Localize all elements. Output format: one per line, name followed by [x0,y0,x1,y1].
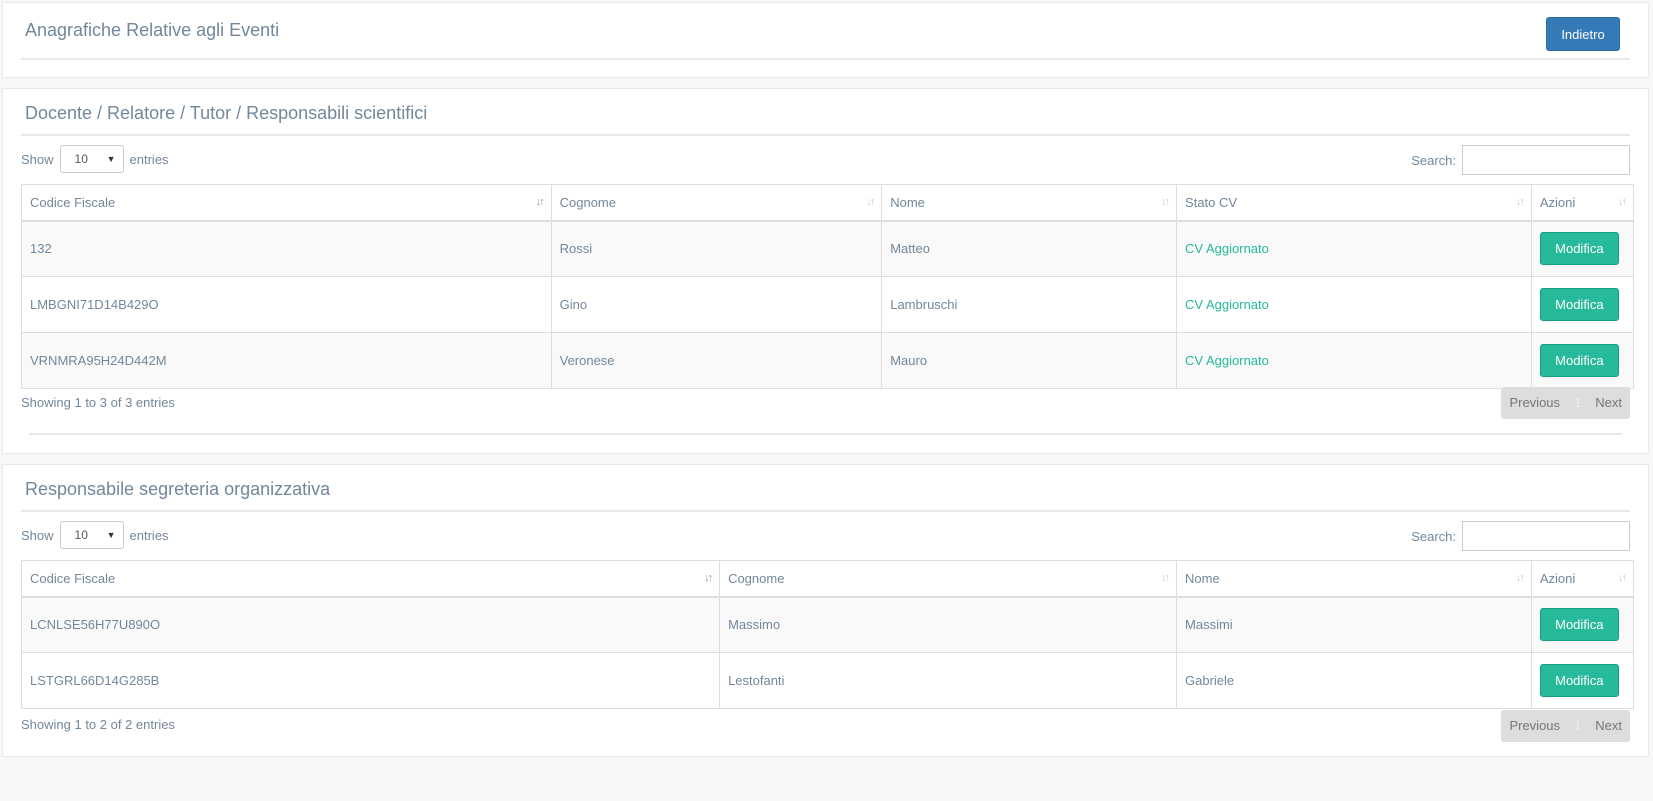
cell-stato-cv: CV Aggiornato [1176,220,1532,277]
entries-select[interactable]: 10 ▼ [59,521,124,549]
cell-nome: Matteo [881,220,1178,277]
cell-nome: Gabriele [1176,652,1532,709]
divider [21,134,1630,136]
divider [21,58,1630,60]
col-header-azioni[interactable]: Azioni ↓↑ [1530,184,1635,222]
sort-icon: ↓↑ [1515,196,1525,208]
cell-cognome: Veronese [550,332,883,389]
search-label: Search: [1411,528,1456,544]
segreteria-panel: Responsabile segreteria organizzativa Sh… [2,464,1649,757]
cell-nome: Mauro [881,332,1178,389]
sort-icon: ↓↑ [1161,572,1170,584]
table-row: LMBGNI71D14B429O Gino Lambruschi CV Aggi… [21,276,1635,333]
sort-icon: ↓↑ [866,196,875,208]
cell-codice-fiscale: LMBGNI71D14B429O [21,276,552,333]
cell-codice-fiscale: VRNMRA95H24D442M [21,332,552,389]
sort-icon: ↓↑ [1515,572,1525,584]
length-control: Show 10 ▼ entries [21,521,169,549]
search-input[interactable] [1462,145,1630,175]
modifica-button[interactable]: Modifica [1539,344,1619,377]
cell-azioni: Modifica [1530,332,1635,389]
sort-icon: ↓↑ [1618,572,1627,584]
cell-azioni: Modifica [1530,596,1635,653]
cell-stato-cv: CV Aggiornato [1176,276,1532,333]
show-label: Show [21,151,54,167]
next-button[interactable]: Next [1587,387,1630,419]
divider [21,510,1630,512]
table-row: VRNMRA95H24D442M Veronese Mauro CV Aggio… [21,332,1635,389]
search-input[interactable] [1462,521,1630,551]
show-label: Show [21,527,54,543]
cell-azioni: Modifica [1530,220,1635,277]
cell-stato-cv: CV Aggiornato [1176,332,1532,389]
segreteria-table: Codice Fiscale ↓↑ Cognome ↓↑ Nome ↓↑ Azioni… [20,560,1635,709]
cell-cognome: Gino [550,276,883,333]
cell-nome: Massimi [1176,596,1532,653]
back-button[interactable]: Indietro [1546,17,1620,51]
page-title: Anagrafiche Relative agli Eventi [25,20,280,40]
docenti-table: Codice Fiscale ↓↑ Cognome ↓↑ Nome ↓↑ Stato … [21,184,1635,389]
col-header-cognome[interactable]: Cognome ↓↑ [550,184,883,222]
docenti-panel: Docente / Relatore / Tutor / Responsabil… [2,88,1649,454]
chevron-down-icon: ▼ [106,154,116,164]
table-row: LCNLSE56H77U890O Massimo Massimi Modific… [20,596,1635,653]
modifica-button[interactable]: Modifica [1539,608,1619,642]
cell-cognome: Rossi [550,220,883,277]
entries-label: entries [129,527,169,543]
sort-icon: ↓↑ [1161,196,1170,208]
page-1-button[interactable]: 1 [1568,710,1587,742]
length-control: Show 10 ▼ entries [21,145,169,173]
sort-asc-icon: ↓↑ [704,572,713,584]
modifica-button[interactable]: Modifica [1539,664,1619,697]
table-row: 132 Rossi Matteo CV Aggiornato Modifica [21,220,1635,277]
col-header-stato-cv[interactable]: Stato CV ↓↑ [1176,184,1532,222]
previous-button[interactable]: Previous [1501,387,1568,419]
table-info: Showing 1 to 2 of 2 entries [21,717,175,732]
col-header-nome[interactable]: Nome ↓↑ [1176,560,1532,598]
col-header-nome[interactable]: Nome ↓↑ [881,184,1178,222]
chevron-down-icon: ▼ [106,530,116,540]
header-panel: Anagrafiche Relative agli Eventi Indietr… [2,2,1649,78]
pagination: Previous 1 Next [1501,387,1630,419]
next-button[interactable]: Next [1587,710,1630,742]
cell-codice-fiscale: LSTGRL66D14G285B [20,652,721,709]
cell-azioni: Modifica [1530,276,1635,333]
sort-asc-icon: ↓↑ [535,196,545,208]
entries-label: entries [129,151,169,167]
entries-select[interactable]: 10 ▼ [59,145,124,173]
search-label: Search: [1411,152,1456,168]
cell-nome: Lambruschi [881,276,1178,333]
col-header-codice-fiscale[interactable]: Codice Fiscale ↓↑ [20,560,721,598]
table-row: LSTGRL66D14G285B Lestofanti Gabriele Mod… [20,652,1635,709]
search-control: Search: [1411,521,1630,551]
sort-icon: ↓↑ [1618,196,1627,208]
cell-cognome: Massimo [719,596,1178,653]
page-1-button[interactable]: 1 [1568,387,1587,419]
col-header-cognome[interactable]: Cognome ↓↑ [719,560,1178,598]
pagination: Previous 1 Next [1501,710,1630,742]
divider [29,433,1622,435]
cell-codice-fiscale: 132 [21,220,552,277]
section-title: Docente / Relatore / Tutor / Responsabil… [25,103,428,123]
entries-select-value: 10 [74,152,88,166]
section-title: Responsabile segreteria organizzativa [25,479,331,499]
modifica-button[interactable]: Modifica [1539,288,1619,321]
entries-select-value: 10 [74,528,88,542]
col-header-codice-fiscale[interactable]: Codice Fiscale ↓↑ [21,184,552,222]
modifica-button[interactable]: Modifica [1539,232,1619,266]
cell-azioni: Modifica [1530,652,1635,709]
cell-codice-fiscale: LCNLSE56H77U890O [20,596,721,653]
cell-cognome: Lestofanti [719,652,1178,709]
previous-button[interactable]: Previous [1501,710,1568,742]
col-header-azioni[interactable]: Azioni ↓↑ [1530,560,1635,598]
search-control: Search: [1411,145,1630,175]
table-info: Showing 1 to 3 of 3 entries [21,395,175,410]
